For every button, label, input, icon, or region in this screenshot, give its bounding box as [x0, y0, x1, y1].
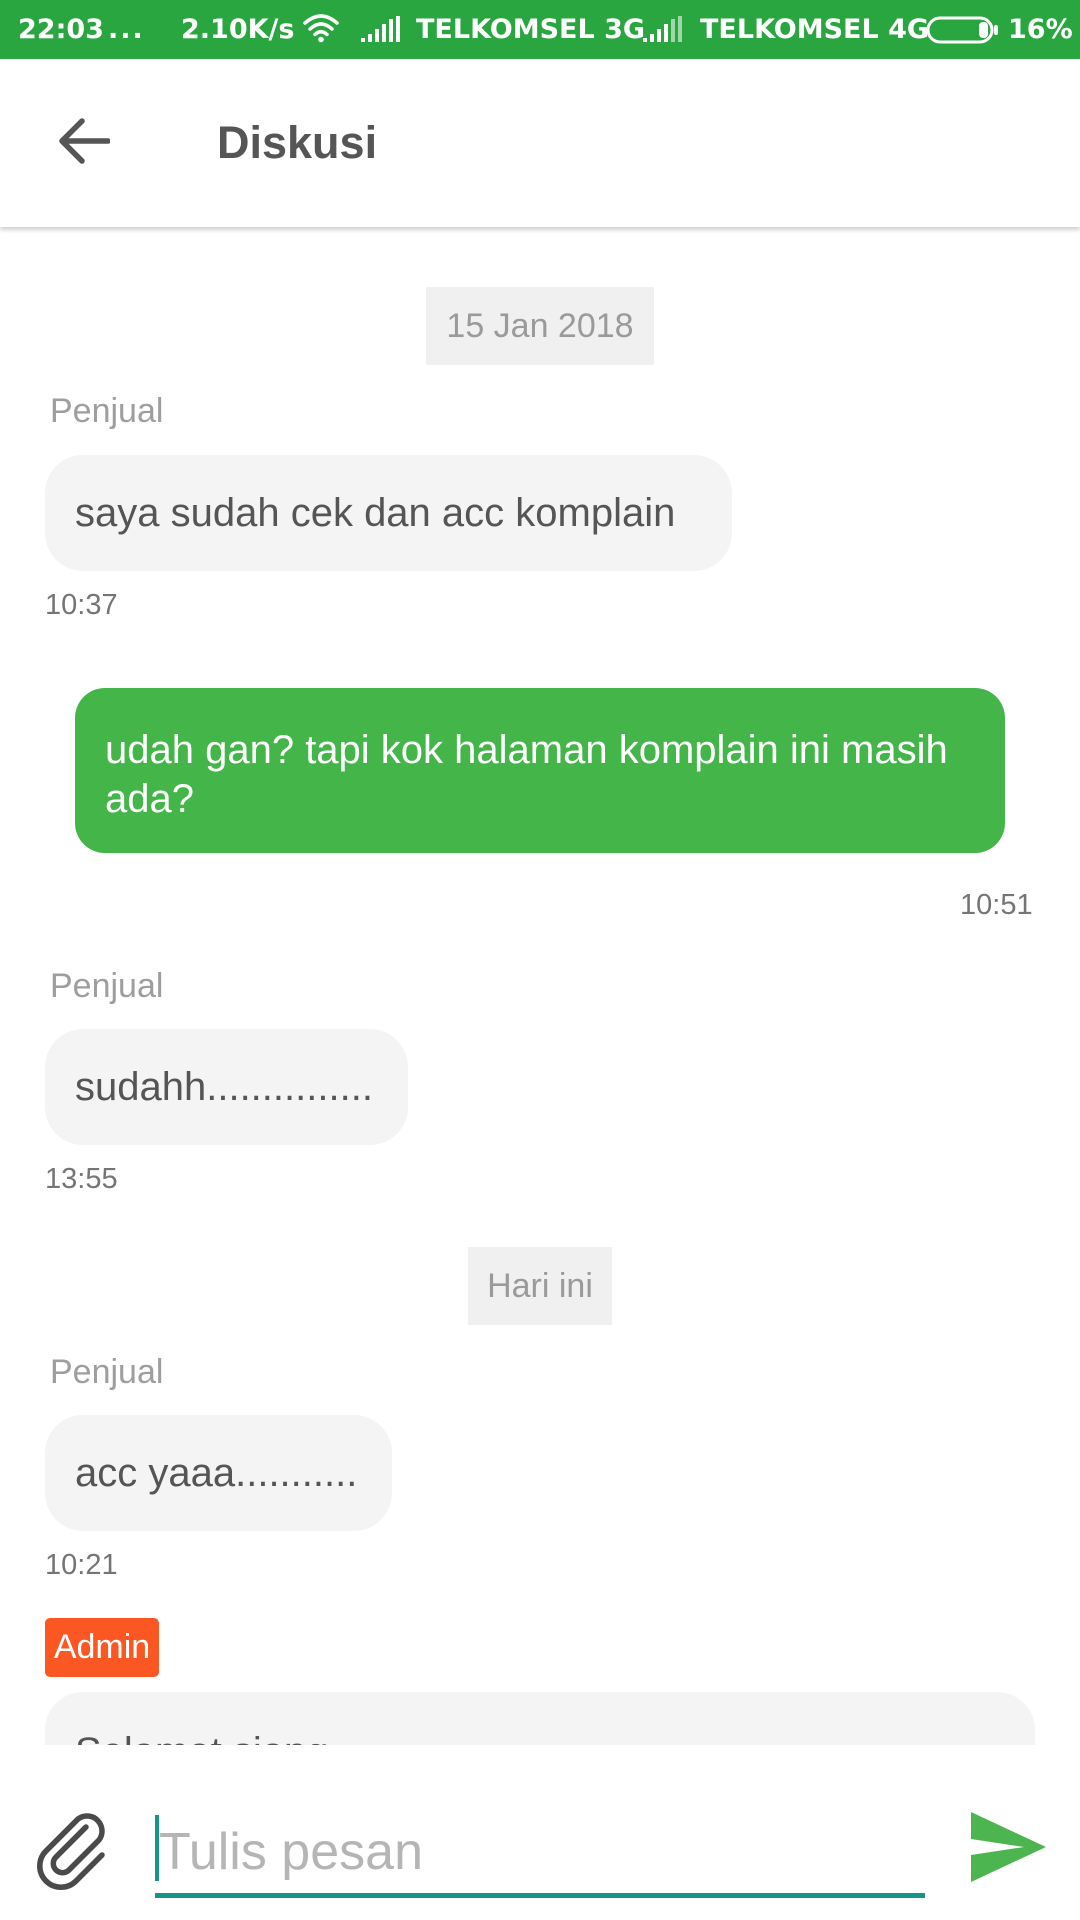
message-bubble-incoming[interactable]: saya sudah cek dan acc komplain: [45, 455, 732, 571]
input-underline: [155, 1893, 925, 1898]
message-bubble-outgoing[interactable]: udah gan? tapi kok halaman komplain ini …: [75, 688, 1005, 853]
send-icon: [968, 1812, 1048, 1889]
attach-button[interactable]: [30, 1805, 116, 1891]
page-title: Diskusi: [217, 117, 378, 168]
status-bar: 22:03 ... 2.10K/s TELKOMSEL 3G TELKOMSEL…: [0, 0, 1080, 59]
sender-label: Penjual: [50, 967, 164, 1005]
message-bubble-incoming[interactable]: acc yaaa...........: [45, 1415, 392, 1531]
network-speed: 2.10K/s: [181, 14, 295, 45]
message-time: 10:51: [960, 889, 1033, 921]
message-time: 10:21: [45, 1549, 118, 1581]
app-bar: Diskusi: [0, 59, 1080, 227]
signal-icon: [643, 16, 683, 44]
message-time: 13:55: [45, 1163, 118, 1195]
paperclip-icon: [30, 1813, 116, 1895]
status-time: 22:03: [18, 14, 104, 45]
admin-badge: Admin: [45, 1618, 159, 1677]
notification-dots: ...: [108, 14, 145, 45]
sender-label: Penjual: [50, 1353, 164, 1391]
carrier-2-label: TELKOMSEL 4G: [700, 14, 930, 45]
sender-label: Penjual: [50, 392, 164, 430]
message-bubble-incoming[interactable]: sudahh...............: [45, 1029, 408, 1145]
message-input[interactable]: [155, 1817, 925, 1887]
send-button[interactable]: [968, 1809, 1048, 1885]
composer: [0, 1745, 1080, 1920]
message-time: 10:37: [45, 589, 118, 621]
battery-percent: 16%: [1008, 14, 1073, 45]
wifi-icon: [303, 13, 339, 45]
carrier-1-label: TELKOMSEL 3G: [416, 14, 646, 45]
date-separator: 15 Jan 2018: [426, 287, 654, 365]
signal-icon: [361, 16, 401, 44]
arrow-left-icon: [58, 117, 111, 169]
back-button[interactable]: [46, 109, 122, 177]
text-cursor: [155, 1815, 159, 1881]
date-separator: Hari ini: [468, 1247, 612, 1325]
chat-area[interactable]: 15 Jan 2018 Penjual saya sudah cek dan a…: [0, 227, 1080, 1745]
message-bubble-incoming[interactable]: Selamat siang: [45, 1692, 1035, 1745]
battery-icon: [926, 16, 1000, 44]
